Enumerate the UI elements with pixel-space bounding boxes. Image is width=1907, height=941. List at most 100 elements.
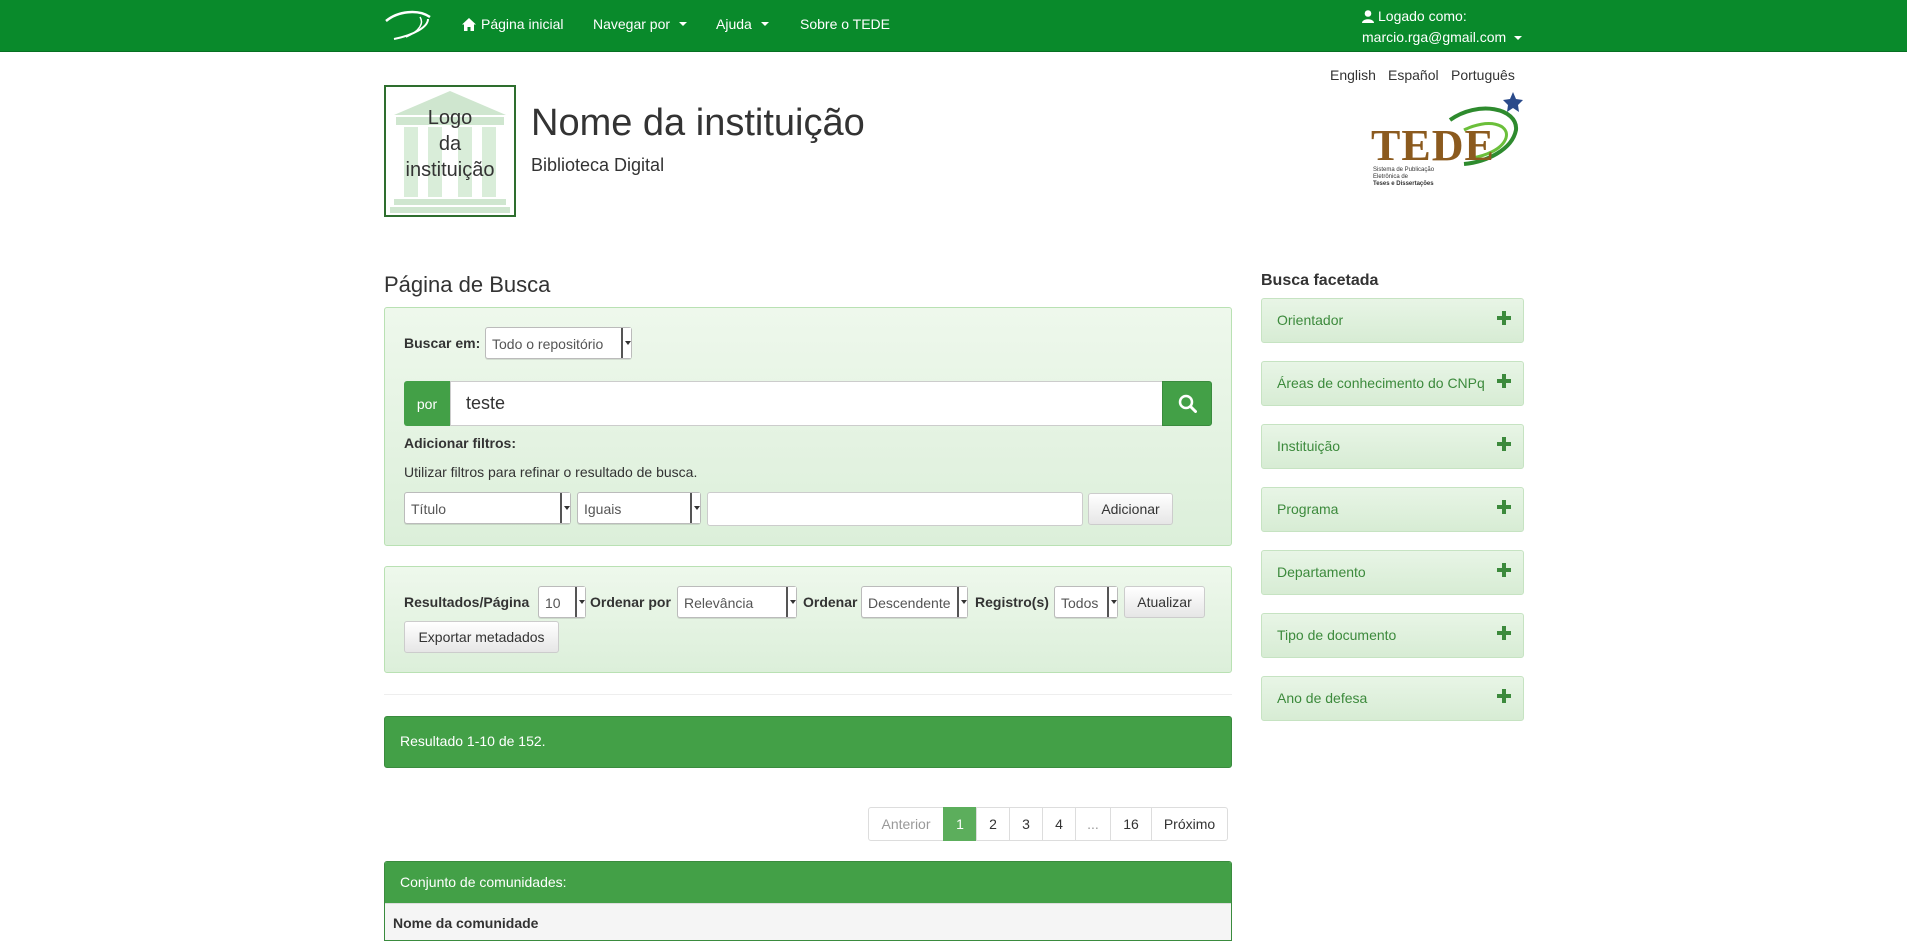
select-arrow-icon xyxy=(957,587,967,617)
divider xyxy=(384,694,1232,695)
pager-page-16[interactable]: 16 xyxy=(1110,807,1152,841)
brand-logo-icon[interactable] xyxy=(384,7,434,43)
tede-tagline-line: Eletrônica de xyxy=(1373,174,1409,180)
plus-icon xyxy=(1497,626,1511,640)
select-arrow-icon xyxy=(1107,587,1117,617)
facet-areas-cnpq[interactable]: Áreas de conhecimento do CNPq xyxy=(1261,361,1524,406)
plus-icon xyxy=(1497,689,1511,703)
pager-page-3[interactable]: 3 xyxy=(1009,807,1043,841)
select-arrow-icon xyxy=(575,587,585,617)
search-submit-button[interactable] xyxy=(1162,381,1212,426)
tede-brand-text: TEDE xyxy=(1371,121,1495,170)
scope-select[interactable]: Todo o repositório xyxy=(485,327,632,359)
caret-down-icon xyxy=(760,22,769,26)
filter-field-select[interactable]: Título xyxy=(404,492,571,524)
rpp-select[interactable]: 10 xyxy=(538,586,586,618)
tede-tagline-line: Teses e Dissertações xyxy=(1373,181,1434,187)
scope-select-value: Todo o repositório xyxy=(492,336,604,352)
pager-previous[interactable]: Anterior xyxy=(868,807,944,841)
plus-icon xyxy=(1497,374,1511,388)
lang-spanish-link[interactable]: Español xyxy=(1388,67,1439,83)
nav-home-link[interactable]: Página inicial xyxy=(462,16,564,32)
by-addon-label: por xyxy=(404,381,450,426)
nav-browse-dropdown[interactable]: Navegar por xyxy=(593,16,688,32)
community-column-header: Nome da comunidade xyxy=(385,903,1231,940)
search-query-input[interactable]: teste xyxy=(450,381,1163,426)
tede-logo[interactable]: TEDE Sistema de Publicação Eletrônica de… xyxy=(1368,90,1524,194)
facet-label: Ano de defesa xyxy=(1277,690,1368,706)
lang-english-link[interactable]: English xyxy=(1330,67,1376,83)
filter-operator-select[interactable]: Iguais xyxy=(577,492,701,524)
communities-panel: Conjunto de comunidades: Nome da comunid… xyxy=(384,861,1232,941)
nav-help-label: Ajuda xyxy=(716,16,752,32)
facet-label: Áreas de conhecimento do CNPq xyxy=(1277,375,1485,391)
filter-field-value: Título xyxy=(411,501,447,517)
select-arrow-icon xyxy=(786,587,796,617)
rpp-label: Resultados/Página xyxy=(404,594,530,610)
search-form-panel: Buscar em: Todo o repositório por teste … xyxy=(384,307,1232,546)
facet-label: Instituição xyxy=(1277,438,1341,454)
result-options-panel: Resultados/Página 10 Ordenar por Relevân… xyxy=(384,566,1232,673)
add-filter-button[interactable]: Adicionar xyxy=(1088,493,1173,525)
filter-operator-value: Iguais xyxy=(584,501,622,517)
nav-about-link[interactable]: Sobre o TEDE xyxy=(800,16,890,32)
communities-panel-header: Conjunto de comunidades: xyxy=(385,862,1231,903)
add-filters-label: Adicionar filtros: xyxy=(404,435,517,451)
results-summary-text: Resultado 1-10 de 152. xyxy=(400,733,546,749)
facet-label: Departamento xyxy=(1277,564,1366,580)
nav-about-label: Sobre o TEDE xyxy=(800,16,891,32)
records-label: Registro(s) xyxy=(975,594,1049,610)
facet-tipo-documento[interactable]: Tipo de documento xyxy=(1261,613,1524,658)
update-button[interactable]: Atualizar xyxy=(1124,586,1205,618)
scope-label: Buscar em: xyxy=(404,335,481,351)
user-menu-dropdown[interactable]: Logado como: marcio.rga@gmail.com xyxy=(1362,6,1523,48)
tede-tagline-line: Sistema de Publicação xyxy=(1373,167,1435,173)
facet-departamento[interactable]: Departamento xyxy=(1261,550,1524,595)
nav-browse-label: Navegar por xyxy=(593,16,671,32)
order-label: Ordenar xyxy=(803,594,858,610)
institution-logo[interactable]: Logo da instituição xyxy=(384,85,516,217)
logged-as-label: Logado como: xyxy=(1378,8,1467,24)
records-value: Todos xyxy=(1061,595,1099,611)
facet-ano-defesa[interactable]: Ano de defesa xyxy=(1261,676,1524,721)
page-title: Página de Busca xyxy=(384,272,551,297)
pager-page-2[interactable]: 2 xyxy=(976,807,1010,841)
sort-by-select[interactable]: Relevância xyxy=(677,586,797,618)
logo-text-line: da xyxy=(438,133,462,155)
facets-title: Busca facetada xyxy=(1261,272,1379,289)
export-metadata-button[interactable]: Exportar metadados xyxy=(404,621,559,653)
pager-page-1[interactable]: 1 xyxy=(943,807,977,841)
plus-icon xyxy=(1497,311,1511,325)
facet-programa[interactable]: Programa xyxy=(1261,487,1524,532)
sort-by-label: Ordenar por xyxy=(590,594,671,610)
top-navbar: Página inicial Navegar por Ajuda Sobre o… xyxy=(0,0,1907,52)
institution-subtitle: Biblioteca Digital xyxy=(531,155,665,175)
lang-portuguese-link[interactable]: Português xyxy=(1451,67,1515,83)
results-summary-bar: Resultado 1-10 de 152. xyxy=(384,716,1232,768)
records-select[interactable]: Todos xyxy=(1054,586,1118,618)
facet-label: Orientador xyxy=(1277,312,1344,328)
pager-next[interactable]: Próximo xyxy=(1151,807,1228,841)
user-email: marcio.rga@gmail.com xyxy=(1362,29,1507,45)
user-icon xyxy=(1362,10,1374,23)
order-value: Descendente xyxy=(868,595,951,611)
filters-help-text: Utilizar filtros para refinar o resultad… xyxy=(404,464,698,480)
plus-icon xyxy=(1497,437,1511,451)
institution-name: Nome da instituição xyxy=(531,102,865,144)
filter-value-input[interactable] xyxy=(707,492,1083,526)
facet-orientador[interactable]: Orientador xyxy=(1261,298,1524,343)
facet-instituicao[interactable]: Instituição xyxy=(1261,424,1524,469)
pager-page-4[interactable]: 4 xyxy=(1042,807,1076,841)
caret-down-icon xyxy=(1514,35,1523,40)
nav-home-label: Página inicial xyxy=(481,16,564,32)
facet-label: Tipo de documento xyxy=(1277,627,1397,643)
search-icon xyxy=(1178,394,1197,413)
rpp-value: 10 xyxy=(545,595,561,611)
plus-icon xyxy=(1497,500,1511,514)
facet-label: Programa xyxy=(1277,501,1339,517)
nav-help-dropdown[interactable]: Ajuda xyxy=(716,16,769,32)
select-arrow-icon xyxy=(621,328,631,358)
select-arrow-icon xyxy=(560,493,570,523)
order-select[interactable]: Descendente xyxy=(861,586,968,618)
caret-down-icon xyxy=(679,22,688,26)
